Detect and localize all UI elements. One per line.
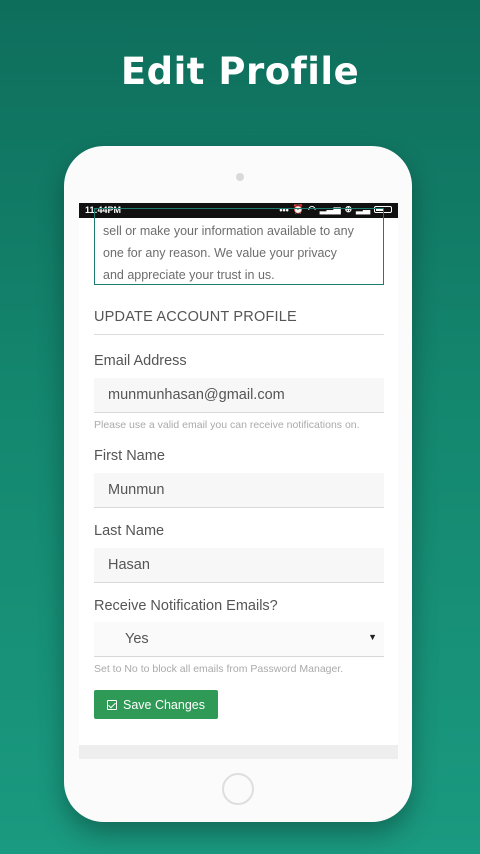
phone-frame: 11:44PM ••• ⏰ ◠ ▂▃▅ ⊕ ▂▃ sell or make yo… <box>64 146 412 822</box>
checkbox-check-icon <box>106 699 117 710</box>
notifications-select[interactable]: Yes ▼ <box>94 622 384 657</box>
privacy-notice: sell or make your information available … <box>94 208 384 285</box>
chevron-down-icon: ▼ <box>368 632 377 642</box>
section-heading: UPDATE ACCOUNT PROFILE <box>94 309 297 325</box>
privacy-line: one for any reason. We value your privac… <box>103 246 337 260</box>
phone-speaker <box>236 173 244 181</box>
email-help-text: Please use a valid email you can receive… <box>94 419 360 431</box>
email-field[interactable]: munmunhasan@gmail.com <box>94 378 384 413</box>
last-name-label: Last Name <box>94 523 165 539</box>
privacy-line: sell or make your information available … <box>103 224 354 238</box>
last-name-field[interactable]: Hasan <box>94 548 384 583</box>
privacy-line: and appreciate your trust in us. <box>103 268 275 282</box>
promo-title: Edit Profile <box>120 50 360 93</box>
section-divider <box>94 334 384 335</box>
save-button-label: Save Changes <box>122 697 205 712</box>
first-name-label: First Name <box>94 448 165 464</box>
notifications-selected-value: Yes <box>125 631 149 647</box>
first-name-field[interactable]: Munmun <box>94 473 384 508</box>
profile-card: sell or make your information available … <box>79 208 398 745</box>
phone-screen: 11:44PM ••• ⏰ ◠ ▂▃▅ ⊕ ▂▃ sell or make yo… <box>79 203 398 759</box>
save-changes-button[interactable]: Save Changes <box>94 690 218 719</box>
home-button[interactable] <box>222 773 254 805</box>
notifications-help-text: Set to No to block all emails from Passw… <box>94 663 344 675</box>
notifications-label: Receive Notification Emails? <box>94 598 278 614</box>
email-label: Email Address <box>94 353 187 369</box>
